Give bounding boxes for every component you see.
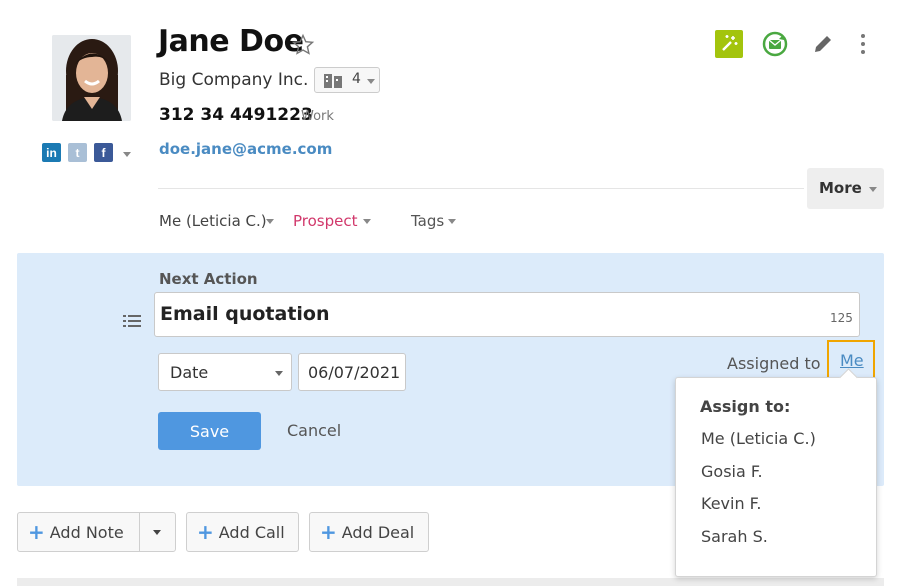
pencil-icon[interactable] bbox=[812, 33, 834, 59]
company-count: 4 bbox=[352, 71, 361, 87]
plus-icon: + bbox=[28, 520, 45, 544]
email-sync-icon[interactable] bbox=[761, 30, 789, 62]
save-button[interactable]: Save bbox=[158, 412, 261, 450]
phone-type: Work bbox=[301, 109, 334, 124]
company-name[interactable]: Big Company Inc. bbox=[159, 70, 308, 90]
magic-wand-icon[interactable] bbox=[715, 30, 743, 58]
owner-dropdown[interactable]: Me (Leticia C.) bbox=[159, 212, 267, 230]
chevron-down-icon bbox=[869, 187, 877, 192]
plus-icon: + bbox=[197, 520, 214, 544]
more-button[interactable]: More bbox=[807, 168, 884, 209]
avatar bbox=[52, 35, 131, 121]
date-type-value: Date bbox=[170, 363, 209, 382]
linkedin-icon[interactable]: in bbox=[42, 143, 61, 162]
assign-option-sarah[interactable]: Sarah S. bbox=[701, 527, 768, 546]
chevron-down-icon bbox=[367, 79, 375, 84]
divider bbox=[139, 513, 140, 551]
chevron-down-icon bbox=[275, 371, 283, 376]
assign-option-kevin[interactable]: Kevin F. bbox=[701, 494, 761, 513]
star-icon[interactable] bbox=[291, 33, 315, 61]
twitter-icon[interactable]: t bbox=[68, 143, 87, 162]
add-deal-button[interactable]: + Add Deal bbox=[309, 512, 429, 552]
facebook-icon[interactable]: f bbox=[94, 143, 113, 162]
more-button-label: More bbox=[819, 179, 862, 197]
kebab-menu-icon[interactable] bbox=[860, 33, 866, 59]
next-action-text: Email quotation bbox=[160, 303, 330, 325]
add-call-button[interactable]: + Add Call bbox=[186, 512, 299, 552]
date-value: 06/07/2021 bbox=[308, 363, 401, 382]
list-icon[interactable] bbox=[123, 313, 141, 332]
assign-dropdown-title: Assign to: bbox=[700, 397, 791, 416]
status-dropdown[interactable]: Prospect bbox=[293, 212, 358, 230]
assign-option-me[interactable]: Me (Leticia C.) bbox=[701, 429, 816, 448]
email-link[interactable]: doe.jane@acme.com bbox=[159, 140, 332, 158]
phone-number[interactable]: 312 34 4491223 bbox=[159, 105, 313, 125]
chevron-down-icon bbox=[266, 219, 274, 224]
tags-dropdown[interactable]: Tags bbox=[411, 212, 444, 230]
next-action-label: Next Action bbox=[159, 270, 258, 288]
assigned-to-label: Assigned to bbox=[727, 354, 821, 373]
company-contacts-button[interactable]: 4 bbox=[314, 67, 380, 93]
social-dropdown-caret-icon[interactable] bbox=[123, 152, 131, 157]
assign-option-gosia[interactable]: Gosia F. bbox=[701, 462, 763, 481]
divider bbox=[158, 188, 804, 189]
date-input[interactable]: 06/07/2021 bbox=[298, 353, 406, 391]
date-type-select[interactable]: Date bbox=[158, 353, 292, 391]
cancel-button[interactable]: Cancel bbox=[287, 421, 341, 440]
assignee-link[interactable]: Me bbox=[840, 351, 864, 370]
building-icon bbox=[324, 73, 342, 92]
chevron-down-icon bbox=[363, 219, 371, 224]
add-note-dropdown-icon[interactable] bbox=[153, 530, 161, 535]
contact-name: Jane Doe bbox=[158, 24, 304, 59]
add-note-button[interactable]: + Add Note bbox=[17, 512, 176, 552]
bottom-panel-edge bbox=[17, 578, 884, 586]
plus-icon: + bbox=[320, 520, 337, 544]
chevron-down-icon bbox=[448, 219, 456, 224]
character-counter: 125 bbox=[830, 311, 853, 325]
